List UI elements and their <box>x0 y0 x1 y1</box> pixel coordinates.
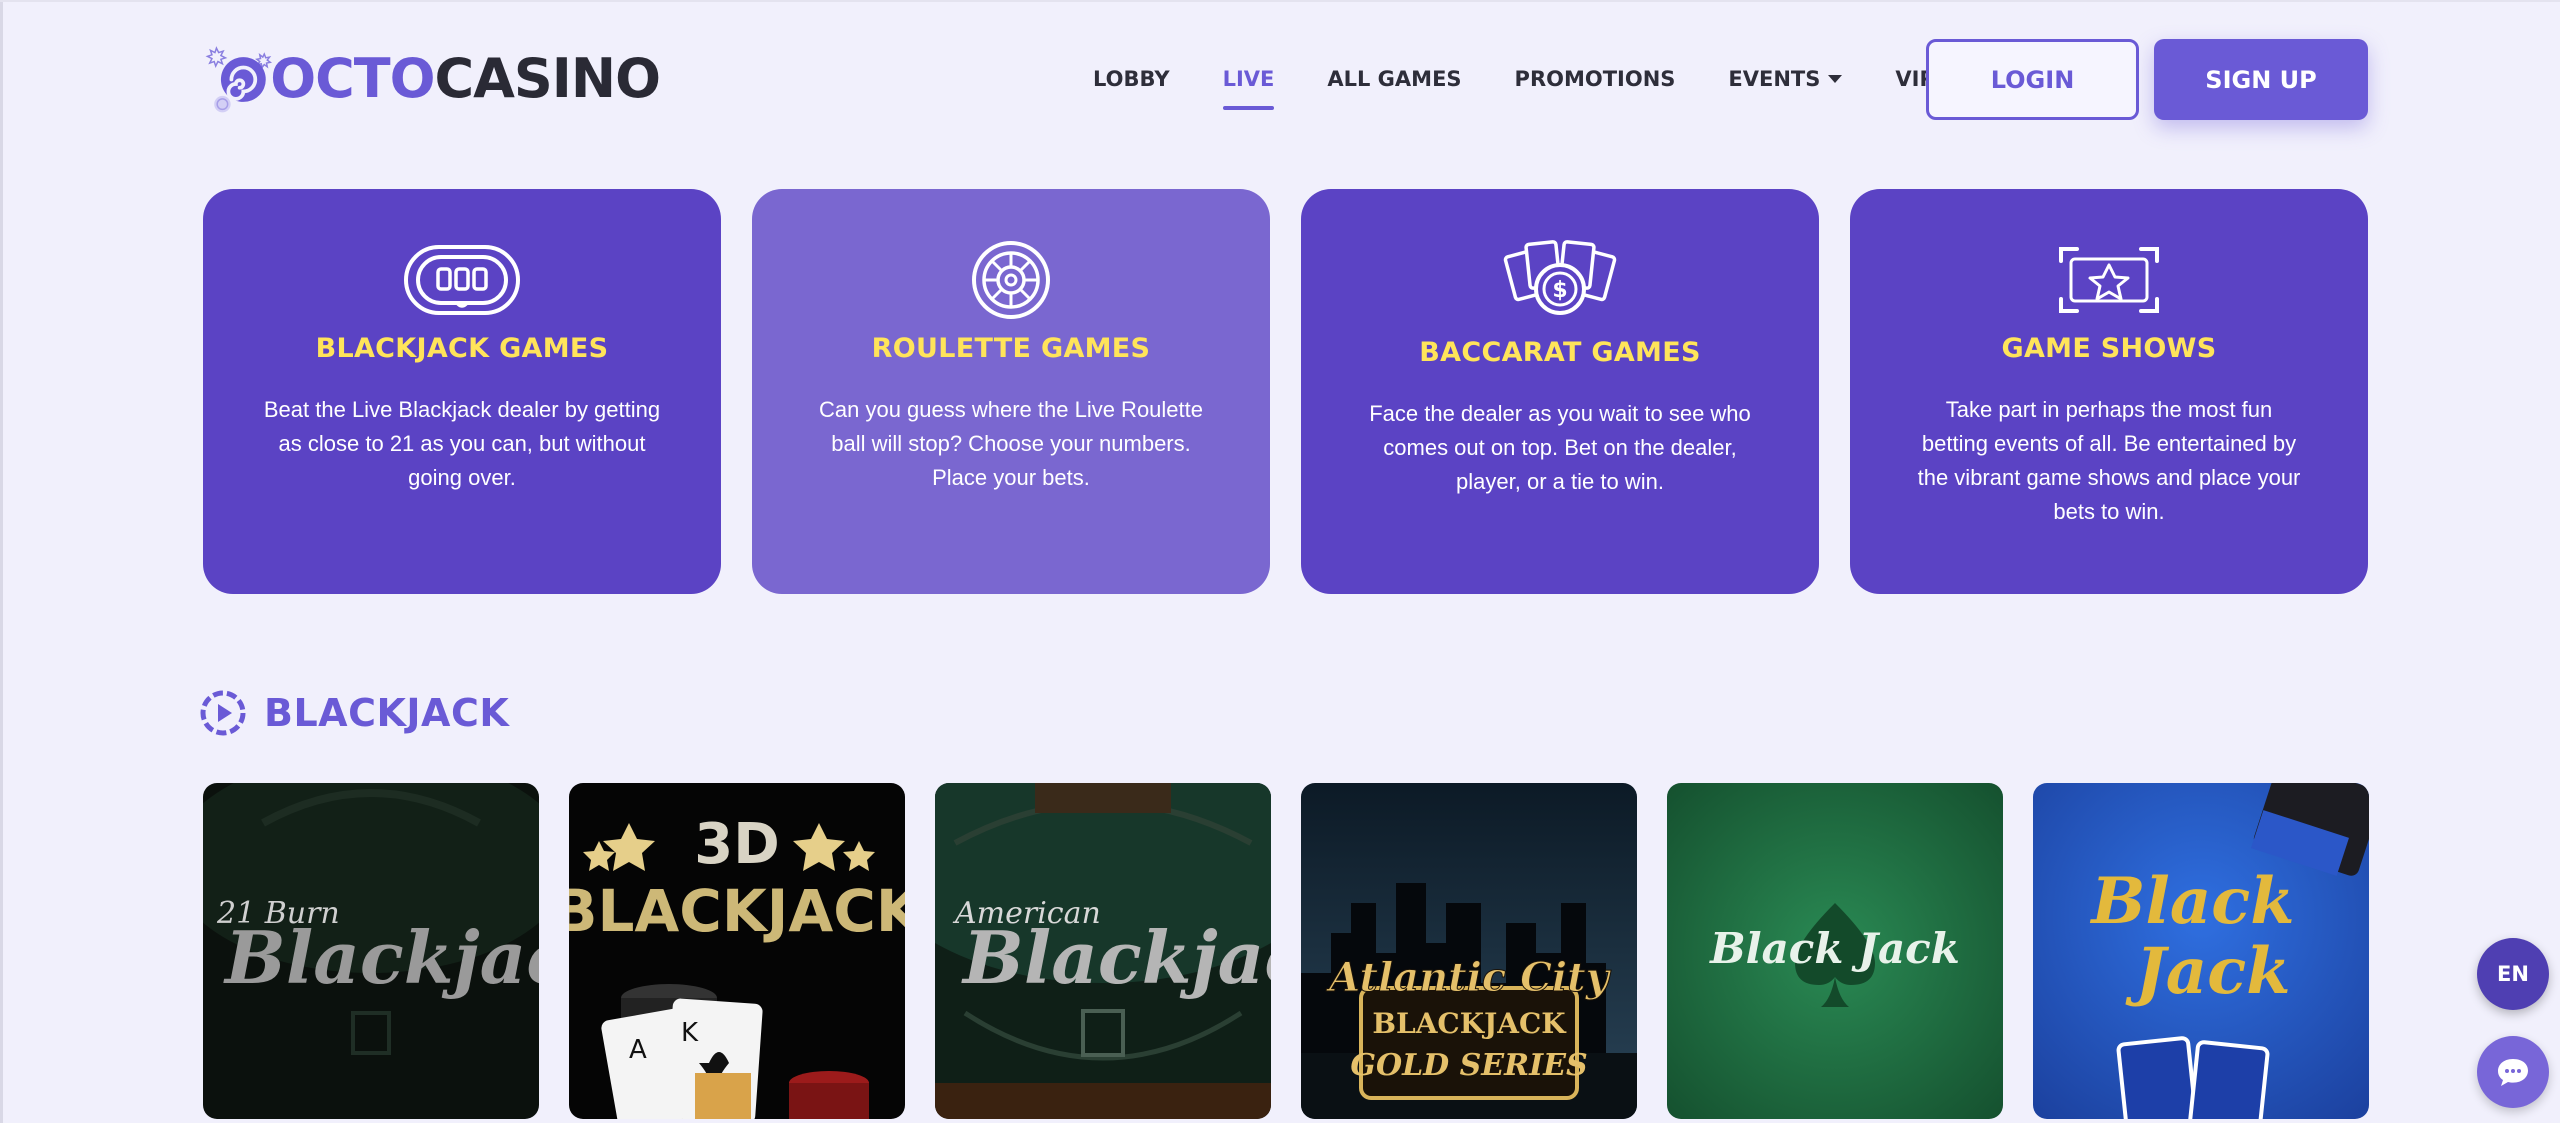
game-tile-black-jack-blue[interactable]: Black Jack <box>2033 783 2369 1119</box>
category-card-game-shows[interactable]: GAME SHOWS Take part in perhaps the most… <box>1850 189 2368 594</box>
category-description: Can you guess where the Live Roulette ba… <box>818 397 1203 490</box>
game-title-main: Black Jack <box>1709 924 1960 973</box>
category-title: BACCARAT GAMES <box>1419 337 1701 368</box>
login-button[interactable]: LOGIN <box>1926 39 2139 120</box>
section-title: BLACKJACK <box>264 691 510 735</box>
game-title-main: BLACKJACK <box>1372 1007 1567 1040</box>
game-thumbnail: 3D BLACKJACK A K <box>569 783 905 1119</box>
game-title-main: Blackjack <box>223 915 539 1000</box>
brand-octo: OCTO <box>270 46 435 110</box>
category-card-baccarat[interactable]: $ BACCARAT GAMES Face the dealer as you … <box>1301 189 1819 594</box>
game-thumbnail: Black Jack <box>2033 783 2369 1119</box>
nav-events[interactable]: EVENTS <box>1728 62 1843 96</box>
game-tile-3d-blackjack[interactable]: 3D BLACKJACK A K <box>569 783 905 1119</box>
brand-wordmark: OCTOCASINO <box>270 46 661 110</box>
category-card-blackjack[interactable]: BLACKJACK GAMES Beat the Live Blackjack … <box>203 189 721 594</box>
game-thumbnail: Atlantic City BLACKJACK GOLD SERIES <box>1301 783 1637 1119</box>
page-top-border <box>0 0 2560 2</box>
caret-down-icon <box>1828 74 1843 83</box>
svg-text:$: $ <box>1552 278 1567 303</box>
octocasino-logo[interactable]: OCTOCASINO <box>200 28 661 128</box>
nav-lobby[interactable]: LOBBY <box>1093 62 1170 96</box>
game-title-sub: Jack <box>2124 934 2290 1009</box>
game-title-sub: GOLD SERIES <box>1350 1048 1587 1083</box>
blackjack-table-icon <box>404 245 520 315</box>
star-frame-icon <box>2059 247 2159 313</box>
category-card-roulette[interactable]: ROULETTE GAMES Can you guess where the L… <box>752 189 1270 594</box>
game-tile-american-blackjack[interactable]: American Blackjack <box>935 783 1271 1119</box>
nav-live[interactable]: LIVE <box>1222 62 1274 110</box>
svg-text:A: A <box>629 1035 647 1065</box>
play-circle-icon <box>200 690 246 736</box>
game-thumbnail: American Blackjack <box>935 783 1271 1119</box>
nav-events-label: EVENTS <box>1728 67 1821 91</box>
game-title-main: BLACKJACK <box>569 877 905 945</box>
game-thumbnail: Black Jack <box>1667 783 2003 1119</box>
game-title-top: Atlantic City <box>1325 954 1611 1001</box>
game-title-top: 3D <box>694 812 779 877</box>
nav-all-games[interactable]: ALL GAMES <box>1327 62 1461 96</box>
cards-coin-icon: $ <box>1503 240 1617 315</box>
game-tile-black-jack-green[interactable]: Black Jack <box>1667 783 2003 1119</box>
chat-button[interactable] <box>2477 1036 2549 1108</box>
octopus-logo-icon <box>205 46 273 113</box>
game-thumbnail: 21 Burn Blackjack <box>203 783 539 1119</box>
category-description: Face the dealer as you wait to see who c… <box>1369 401 1751 494</box>
svg-text:K: K <box>681 1018 699 1048</box>
category-description: Take part in perhaps the most fun bettin… <box>1917 397 2301 524</box>
category-title: BLACKJACK GAMES <box>315 333 609 364</box>
signup-button[interactable]: SIGN UP <box>2154 39 2368 120</box>
main-nav: LOBBY LIVE ALL GAMES PROMOTIONS EVENTS V… <box>1093 62 1935 110</box>
game-tile-21-burn-blackjack[interactable]: 21 Burn Blackjack <box>203 783 539 1119</box>
category-description: Beat the Live Blackjack dealer by gettin… <box>263 397 661 490</box>
roulette-wheel-icon <box>972 241 1050 319</box>
language-button[interactable]: EN <box>2477 938 2549 1010</box>
category-title: ROULETTE GAMES <box>871 333 1151 364</box>
brand-casino: CASINO <box>434 46 661 110</box>
section-heading-blackjack: BLACKJACK <box>200 690 509 736</box>
category-title: GAME SHOWS <box>2001 333 2217 364</box>
page-left-border <box>0 0 3 1123</box>
game-title-main: Black <box>2089 864 2294 939</box>
nav-promotions[interactable]: PROMOTIONS <box>1515 62 1676 96</box>
chat-bubble-icon <box>2498 1059 2528 1086</box>
game-title-main: Blackjack <box>961 915 1271 1000</box>
game-tile-atlantic-city-blackjack[interactable]: Atlantic City BLACKJACK GOLD SERIES <box>1301 783 1637 1119</box>
